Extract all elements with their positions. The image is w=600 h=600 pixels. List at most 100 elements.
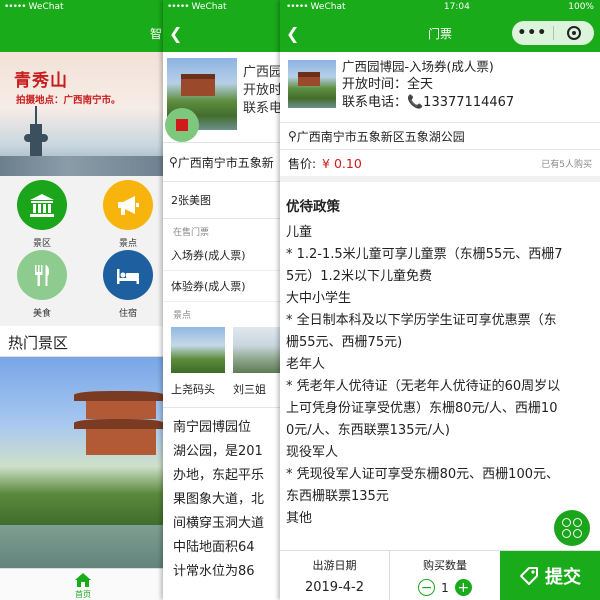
ticket-item[interactable]: 体验券(成人票) [163,271,283,302]
scenic-open-time: 开放时 [243,83,283,98]
policy-line: 0元/人、东西联票135元/人) [286,423,450,438]
tag-icon [520,566,538,585]
scenic-name: 广西园 [243,65,283,80]
policy-line: * 全日制本科及以下学历学生证可享优惠票（东 [286,313,557,328]
miniprogram-capsule: ••• [512,21,594,45]
spot-photo [233,327,283,373]
category-food[interactable]: 美食 [12,250,72,319]
signal-indicator: ••••• [286,2,309,12]
policy-line: * 凭老年人优待证（无老年人优待证的60周岁以 [286,379,561,394]
policy-line: 上可凭身份证享受优惠）东栅80元/人、西栅10 [286,401,558,416]
category-lodging[interactable]: 住宿 [98,250,158,319]
price-value: ¥ 0.10 [322,155,362,171]
scenic-contact: 联系电 [243,101,283,116]
bed-icon [103,250,153,300]
desc-line: 南宁园博园位 [173,420,252,435]
section-label-spots: 景点 [173,311,192,321]
ticket-screen: ••••• WeChat 17:04 100% ❮ 门票 ••• 广西园博园-入场… [280,0,600,600]
policy-line: * 凭现役军人证可享受东栅80元、西栅100元、 [286,467,559,482]
spot-photo [171,327,225,373]
spot-name: 上尧码头 [171,383,215,396]
status-bar: ••••• WeChat [163,0,283,14]
spot-card[interactable]: 上尧码头 [171,327,225,397]
section-label-tickets: 在售门票 [173,228,210,238]
nav-bar: ❮ 门票 ••• [280,14,600,52]
policy-line: 栅55元、西栅75元) [286,335,403,350]
nav-bar: 智 [0,14,166,52]
category-label: 美食 [32,309,51,319]
ticket-name: 广西园博园-入场券(成人票) [342,59,494,74]
spot-name: 刘三姐 [233,383,266,396]
tab-home[interactable]: 首页 [0,568,166,600]
ticket-item[interactable]: 入场券(成人票) [163,240,283,271]
price-row: 售价: ¥ 0.10 已有5人购买 [280,150,600,182]
policy-line: 老年人 [286,357,326,372]
back-icon[interactable]: ❮ [286,24,299,43]
location-pin-icon: ⚲ [169,155,178,169]
spot-list: 上尧码头 刘三姐 [163,323,283,401]
contact-phone[interactable]: 联系电话：📞13377114467 [342,94,514,112]
scenic-header: 广西园 开放时 联系电 [163,52,283,142]
submit-label: 提交 [545,566,581,588]
desc-line: 果图象大道，北 [173,492,265,507]
travel-date-picker[interactable]: 出游日期 2019-4-2 [280,551,390,600]
spot-card[interactable]: 刘三姐 [233,327,283,397]
submit-button[interactable]: 提交 [500,551,600,600]
clock: 17:04 [443,2,470,12]
home-screen: ••••• WeChat 智 青秀山 拍摄地点：广西南宁市。 景区 景点 美食 [0,0,166,600]
scenic-address[interactable]: ⚲ 广西南宁市五象新 [163,142,283,182]
carrier-label: WeChat [310,2,346,12]
banner-image[interactable]: 青秀山 拍摄地点：广西南宁市。 [0,52,166,176]
scenic-info: 广西园 开放时 联系电 [243,64,282,118]
desc-line: 间横穿玉洞大道 [173,516,265,531]
skyline-graphic [0,156,166,176]
category-scenic[interactable]: 景区 [12,180,72,249]
ticket-address[interactable]: ⚲ 广西南宁市五象新区五象湖公园 [280,122,600,150]
carrier-label: WeChat [28,2,64,12]
policy-line: 5元）1.2米以下儿童免费 [286,269,432,284]
hot-scenic-photo[interactable] [0,357,166,585]
image-count-link[interactable]: 2张美图 [163,182,283,219]
nav-title: 门票 [427,26,452,41]
policy-line: 其他 [286,511,313,526]
battery-level: 100% [568,2,594,12]
tab-label: 首页 [75,590,91,599]
increase-button[interactable]: + [454,579,472,596]
ticket-header: 广西园博园-入场券(成人票) 开放时间：全天 联系电话：📞13377114467 [280,52,600,122]
scenic-detail-screen: ••••• WeChat ❮ 广西园 开放时 联系电 ⚲ 广西南宁市五象新 2张… [163,0,283,600]
category-label: 景点 [118,239,137,249]
address-text: 广西南宁市五象新 [177,155,274,170]
desc-line: 湖公园，是201 [173,444,263,459]
megaphone-icon [103,180,153,230]
order-bar: 出游日期 2019-4-2 购买数量 − 1 + 提交 [280,550,600,600]
date-label: 出游日期 [312,559,357,572]
quantity-stepper: 购买数量 − 1 + [390,551,500,600]
category-label: 景区 [32,239,51,249]
sold-count: 已有5人购买 [541,159,592,170]
banner-subtitle: 拍摄地点：广西南宁市。 [16,95,121,106]
scenic-description: 南宁园博园位 湖公园，是201 办地，东起平乐 果图象大道，北 间横穿玉洞大道 … [163,407,283,584]
grid-menu-icon[interactable] [554,510,590,546]
cutlery-icon [17,250,67,300]
back-icon[interactable]: ❮ [169,24,182,43]
policy-line: 儿童 [286,225,313,240]
policy-line: 现役军人 [286,445,339,460]
category-spots[interactable]: 景点 [98,180,158,249]
desc-line: 计常水位为86 [173,564,255,579]
decrease-button[interactable]: − [418,579,436,596]
section-title: 热门景区 [0,326,166,357]
policy-line: 东西栅联票135元 [286,489,389,504]
more-icon[interactable]: ••• [512,25,553,41]
signal-indicator: ••••• [4,2,27,12]
discount-policy: 优待政策 儿童 * 1.2-1.5米儿童可享儿童票（东栅55元、西栅7 5元）1… [280,182,600,530]
close-icon[interactable] [554,26,595,40]
stop-icon[interactable] [165,108,199,142]
nav-bar: ❮ [163,14,283,52]
nav-title: 智 [149,26,162,41]
desc-line: 办地，东起平乐 [173,468,265,483]
qty-label: 购买数量 [423,559,467,572]
status-bar: ••••• WeChat [0,0,166,14]
ticket-info: 广西园博园-入场券(成人票) 开放时间：全天 联系电话：📞13377114467 [342,58,514,112]
date-value: 2019-4-2 [304,580,364,595]
policy-title: 优待政策 [286,199,340,215]
